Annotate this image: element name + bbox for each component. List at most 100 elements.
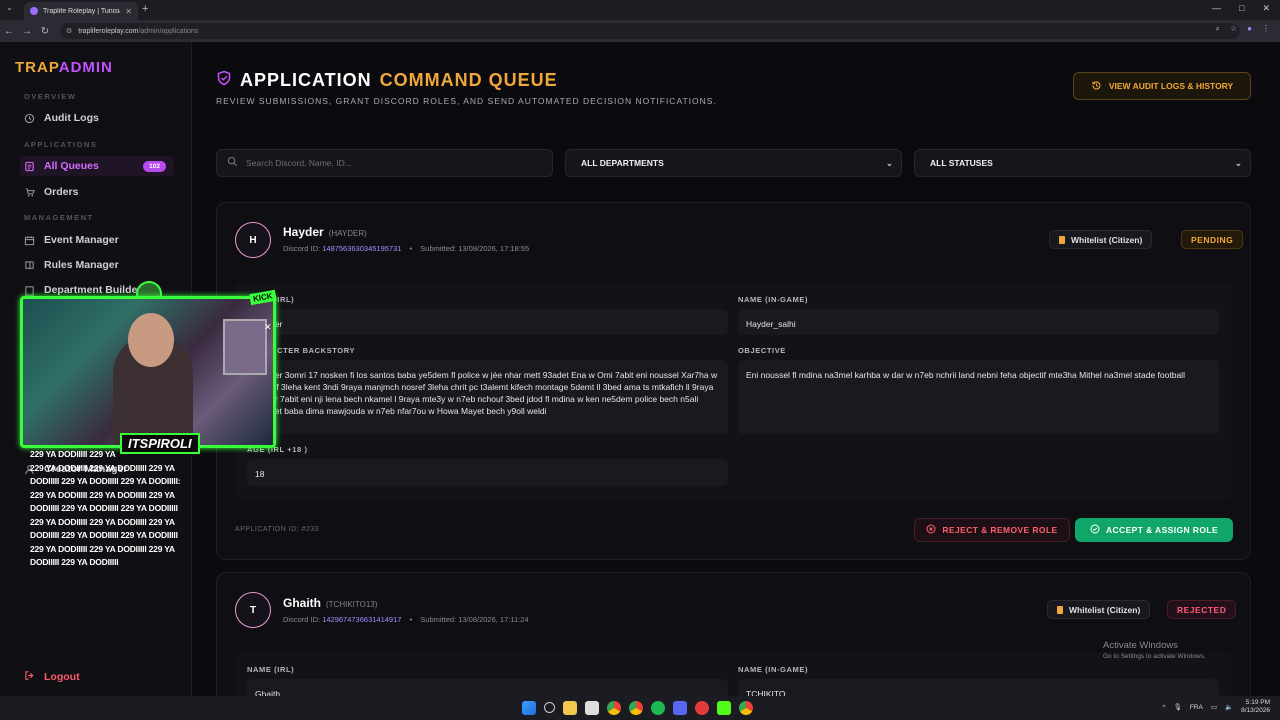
search-input[interactable] (246, 158, 526, 168)
book-icon (24, 260, 35, 271)
close-tab-icon[interactable]: ✕ (125, 7, 132, 16)
section-overview: OVERVIEW (24, 92, 77, 101)
forward-icon[interactable]: → (18, 26, 36, 37)
windows-start-icon[interactable] (522, 701, 536, 715)
volume-icon[interactable]: 🔈 (1225, 703, 1233, 711)
background-monitor (223, 319, 267, 375)
browser-actions: ⌕ ☆ ● ⋮ (1216, 24, 1271, 34)
bookmark-star-icon[interactable]: ☆ (1230, 24, 1237, 34)
accept-button[interactable]: ACCEPT & ASSIGN ROLE (1075, 518, 1233, 542)
field-label: OBJECTIVE (738, 346, 786, 355)
brand-logo[interactable]: TRAPADMIN (15, 59, 113, 76)
building-icon (24, 285, 35, 296)
chevron-down-icon: ⌄ (1234, 157, 1242, 168)
objective-value: Eni noussel fl mdina na3mel karhba w dar… (738, 360, 1219, 434)
logout-button[interactable]: Logout (24, 670, 80, 684)
x-circle-icon (926, 524, 936, 536)
taskbar-apps (522, 701, 753, 715)
audit-icon (24, 113, 35, 124)
view-audit-logs-button[interactable]: VIEW AUDIT LOGS & HISTORY (1073, 72, 1251, 100)
application-card: T Ghaith (TCHIKITO13) Discord ID: 1429674… (216, 572, 1251, 696)
logout-label: Logout (44, 671, 80, 683)
chat-overlay: 229 YA DODIIIII 229 YA 229 YA DODIIIII 2… (30, 449, 181, 567)
search-field[interactable] (216, 149, 553, 177)
backstory-value: Hayder 3omri 17 nosken fi los santos bab… (247, 360, 728, 434)
application-type-badge: Whitelist (Citizen) (1047, 600, 1151, 619)
name-ingame-value: Hayder_salhi (738, 309, 1219, 335)
avatar: T (235, 592, 271, 628)
windows-taskbar: ^ 🎙 FRA ▭ 🔈 5:19 PM 8/13/2026 (0, 696, 1280, 720)
reject-button[interactable]: REJECT & REMOVE ROLE (914, 518, 1070, 542)
sidebar-item-all-queues[interactable]: All Queues 102 (20, 156, 174, 176)
close-icon[interactable]: ✕ (264, 322, 272, 333)
sidebar-item-orders[interactable]: Orders (24, 182, 178, 202)
field-label: NAME (IRL) (247, 665, 295, 674)
name-irl-value: Hayder (247, 309, 728, 335)
application-card: H Hayder (HAYDER) Discord ID: 14875636303… (216, 202, 1251, 560)
new-tab-icon[interactable]: + (142, 3, 148, 15)
search-icon[interactable] (544, 702, 555, 713)
department-select[interactable]: ALL DEPARTMENTS ⌄ (565, 149, 902, 177)
zoom-icon[interactable]: ⌕ (1216, 24, 1220, 34)
address-bar: ← → ↻ ⚙ trapliferoleplay.com/admin/appli… (0, 20, 1280, 42)
browser-tab[interactable]: Traplife Roleplay | Tunisian GTA ✕ (24, 2, 138, 20)
kick-app-icon[interactable] (717, 701, 731, 715)
discord-id[interactable]: 1487563630345195731 (322, 244, 401, 253)
discord-id[interactable]: 1429674736631414917 (322, 615, 401, 624)
applicant-meta: Discord ID: 1487563630345195731 • Submit… (283, 244, 530, 253)
discord-icon[interactable] (673, 701, 687, 715)
queue-icon (24, 161, 35, 172)
orders-icon (24, 187, 35, 198)
sidebar-item-label: Audit Logs (44, 112, 99, 124)
microphone-icon[interactable]: 🎙 (1174, 703, 1182, 711)
app-icon[interactable] (695, 701, 709, 715)
application-fields: NAME (IRL) Ghaith NAME (IN-GAME) TCHIKIT… (235, 652, 1233, 696)
tab-search-icon[interactable]: ⌄ (6, 3, 13, 12)
status-select[interactable]: ALL STATUSES ⌄ (914, 149, 1251, 177)
page-subtitle: REVIEW SUBMISSIONS, GRANT DISCORD ROLES,… (216, 96, 717, 106)
age-value: 18 (247, 459, 728, 486)
sidebar-item-event-manager[interactable]: Event Manager (24, 230, 178, 250)
application-fields: NAME (IRL) Hayder NAME (IN-GAME) Hayder_… (235, 282, 1233, 500)
tray-chevron-icon[interactable]: ^ (1163, 704, 1166, 711)
chrome-icon[interactable] (607, 701, 621, 715)
activate-windows-watermark: Activate Windows Go to Settings to activ… (1103, 640, 1206, 660)
menu-kebab-icon[interactable]: ⋮ (1262, 24, 1270, 34)
chrome-profile-icon[interactable] (629, 701, 643, 715)
section-management: MANAGEMENT (24, 213, 94, 222)
scroll-icon (1057, 605, 1063, 614)
chrome-active-icon[interactable] (739, 701, 753, 715)
profile-icon[interactable]: ● (1247, 24, 1252, 34)
system-tray: ^ 🎙 FRA ▭ 🔈 5:19 PM 8/13/2026 (1163, 699, 1271, 715)
reload-icon[interactable]: ↻ (36, 26, 54, 37)
webcam-overlay (20, 296, 276, 448)
clock[interactable]: 5:19 PM 8/13/2026 (1241, 699, 1270, 715)
status-badge: PENDING (1181, 230, 1244, 249)
queue-count-badge: 102 (143, 160, 166, 172)
close-window-icon[interactable]: ✕ (1262, 3, 1270, 14)
sidebar-item-audit-logs[interactable]: Audit Logs (24, 108, 178, 128)
browser-tabbar: ⌄ Traplife Roleplay | Tunisian GTA ✕ + —… (0, 0, 1280, 20)
site-favicon-icon (30, 7, 38, 15)
language-indicator[interactable]: FRA (1190, 704, 1203, 711)
sidebar-item-label: Department Builder (44, 284, 142, 296)
shield-icon (216, 70, 232, 91)
sidebar-item-label: Rules Manager (44, 259, 119, 271)
submitted-date: Submitted: 13/08/2026, 17:18:55 (420, 244, 530, 253)
store-icon[interactable] (585, 701, 599, 715)
spotify-icon[interactable] (651, 701, 665, 715)
check-circle-icon (1090, 524, 1100, 536)
network-icon[interactable]: ▭ (1211, 703, 1217, 711)
site-info-icon[interactable]: ⚙ (66, 27, 72, 35)
sidebar-item-rules-manager[interactable]: Rules Manager (24, 255, 178, 275)
name-ingame-value: TCHIKITO (738, 679, 1219, 696)
back-icon[interactable]: ← (0, 26, 18, 37)
page-title: APPLICATION COMMAND QUEUE (216, 70, 558, 91)
url-path: /admin/applications (138, 27, 199, 35)
chevron-down-icon: ⌄ (885, 157, 893, 168)
minimize-icon[interactable]: — (1212, 3, 1221, 14)
calendar-icon (24, 235, 35, 246)
file-explorer-icon[interactable] (563, 701, 577, 715)
url-field[interactable]: ⚙ trapliferoleplay.com/admin/application… (60, 23, 1240, 39)
maximize-icon[interactable]: □ (1239, 3, 1244, 14)
